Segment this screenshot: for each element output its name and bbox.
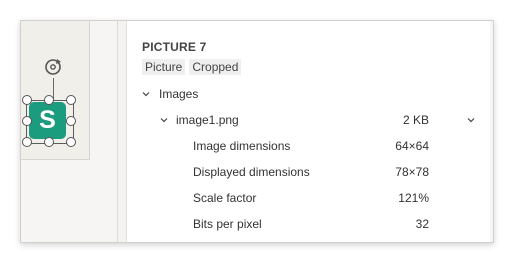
slide-canvas: S bbox=[21, 21, 90, 160]
file-row[interactable]: image1.png 2 KB bbox=[127, 109, 490, 131]
resize-handle-top-left[interactable] bbox=[22, 95, 32, 105]
prop-label: Displayed dimensions bbox=[193, 165, 310, 179]
file-size: 2 KB bbox=[402, 113, 429, 127]
rotate-handle-icon[interactable] bbox=[42, 56, 64, 78]
prop-value: 78×78 bbox=[395, 165, 429, 179]
prop-label: Bits per pixel bbox=[193, 217, 262, 231]
prop-value: 121% bbox=[398, 191, 429, 205]
prop-label: Scale factor bbox=[193, 191, 257, 205]
tag-cropped: Cropped bbox=[189, 59, 242, 75]
prop-row-displayed-dimensions: Displayed dimensions 78×78 bbox=[127, 161, 490, 183]
file-name: image1.png bbox=[176, 113, 239, 127]
prop-row-scale-factor: Scale factor 121% bbox=[127, 187, 490, 209]
resize-handle-left[interactable] bbox=[22, 116, 32, 126]
images-section-label: Images bbox=[159, 87, 199, 101]
panel-scrollbar[interactable] bbox=[117, 21, 126, 242]
prop-value: 32 bbox=[415, 217, 429, 231]
chevron-down-icon bbox=[160, 118, 168, 123]
panel-title: PICTURE 7 bbox=[142, 40, 207, 54]
prop-value: 64×64 bbox=[395, 139, 429, 153]
chevron-down-icon bbox=[142, 92, 150, 97]
expand-dropdown-icon[interactable] bbox=[466, 115, 476, 125]
resize-handle-bottom-left[interactable] bbox=[22, 137, 32, 147]
resize-handle-top-right[interactable] bbox=[66, 95, 76, 105]
resize-handle-top[interactable] bbox=[44, 95, 54, 105]
selected-picture[interactable]: S bbox=[29, 102, 66, 139]
rotate-stem bbox=[53, 78, 54, 99]
resize-handle-right[interactable] bbox=[66, 116, 76, 126]
prop-label: Image dimensions bbox=[193, 139, 291, 153]
tag-picture: Picture bbox=[142, 59, 186, 75]
resize-handle-bottom-right[interactable] bbox=[66, 137, 76, 147]
inspector-panel: PICTURE 7 Picture Cropped Images image1.… bbox=[126, 21, 490, 242]
prop-row-image-dimensions: Image dimensions 64×64 bbox=[127, 135, 490, 157]
object-tags: Picture Cropped bbox=[142, 59, 242, 75]
images-section-header[interactable]: Images bbox=[127, 83, 490, 105]
prop-row-bits-per-pixel: Bits per pixel 32 bbox=[127, 213, 490, 235]
resize-handle-bottom[interactable] bbox=[44, 137, 54, 147]
app-window: S PICTURE 7 Picture Cropped Images image… bbox=[20, 20, 494, 243]
